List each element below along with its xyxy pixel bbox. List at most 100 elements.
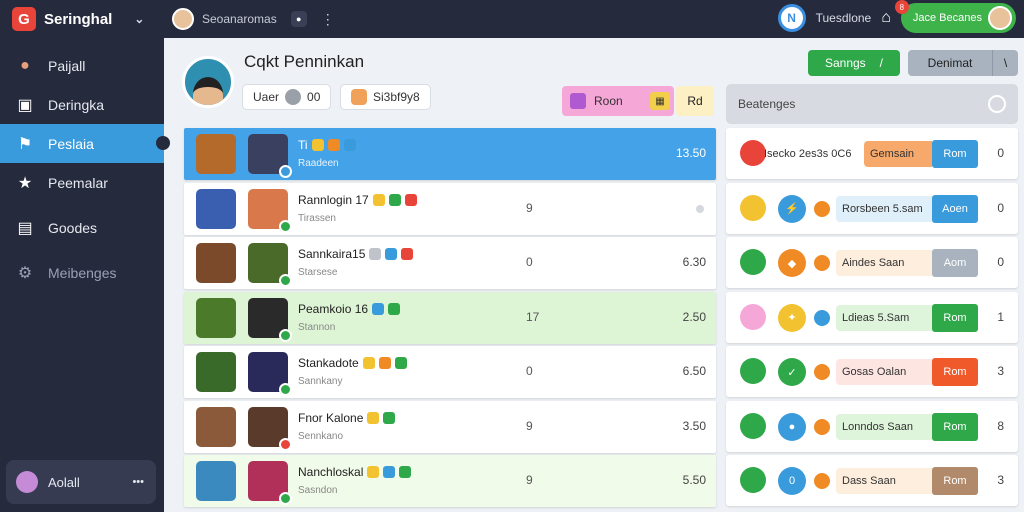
sidebar-item-1[interactable]: ▣ Deringka bbox=[0, 85, 164, 124]
tab-room[interactable]: Roon ▦ bbox=[562, 86, 674, 116]
item-value: 3.50 bbox=[682, 418, 706, 433]
top-title: Tuesdlone bbox=[815, 11, 872, 25]
item-label: Rorsbeen 5.sam bbox=[836, 195, 932, 222]
game-icon bbox=[383, 411, 396, 424]
home-icon[interactable]: ⌂ bbox=[881, 9, 891, 27]
list-item[interactable]: ◆ Aindes Saan Aom 0 bbox=[726, 237, 1018, 288]
search-icon[interactable] bbox=[988, 95, 1006, 113]
action-button[interactable]: Rom bbox=[932, 358, 978, 386]
sidebar-item-5[interactable]: ⚙ Meibenges bbox=[0, 253, 164, 292]
list-item[interactable]: ✓ Gosas Oalan Rom 3 bbox=[726, 346, 1018, 397]
game-icon bbox=[388, 193, 401, 206]
item-subtitle: Starsese bbox=[298, 267, 338, 278]
item-subtitle: Stannon bbox=[298, 321, 336, 333]
game-icon bbox=[385, 248, 398, 260]
game-icon bbox=[367, 411, 380, 424]
action-button[interactable]: Rom bbox=[932, 412, 978, 441]
more-icon[interactable]: ••• bbox=[132, 476, 144, 488]
game-icon bbox=[372, 193, 385, 206]
item-avatar bbox=[248, 243, 292, 287]
item-name-group: Sannkaira15 bbox=[298, 247, 414, 261]
status-badge bbox=[279, 492, 292, 505]
action-button[interactable]: Aoen bbox=[932, 194, 978, 223]
more-icon[interactable]: ⋮ bbox=[321, 11, 335, 28]
grid-icon: ▦ bbox=[650, 92, 670, 110]
chevron-down-icon[interactable]: ⌄ bbox=[134, 12, 144, 26]
item-count: 0 bbox=[997, 255, 1004, 269]
notification-icon[interactable]: N bbox=[777, 4, 806, 32]
badge-count: 8 bbox=[894, 0, 909, 14]
denimat-button[interactable]: Denimat \ bbox=[908, 50, 1018, 76]
table-row[interactable]: Fnor Kalone Sennkano 9 3.50 bbox=[184, 400, 716, 453]
item-subtitle: Sannkany bbox=[298, 376, 343, 387]
item-count: 3 bbox=[997, 364, 1004, 378]
status-badge bbox=[279, 328, 292, 342]
item-count: 0 bbox=[997, 200, 1004, 215]
sidebar-item-label: Meibenges bbox=[48, 264, 117, 281]
top-user-menu[interactable]: Seoanaromas bbox=[172, 8, 277, 30]
game-icon bbox=[362, 357, 375, 369]
category-icon: ✦ bbox=[778, 303, 806, 332]
item-name-group: Fnor Kalone bbox=[298, 411, 396, 425]
profile-pill[interactable]: 8 Jace Becanes bbox=[894, 0, 1016, 33]
table-row[interactable]: Nanchloskal Sasndon 9 5.50 bbox=[184, 455, 716, 507]
right-search-label: Beatenges bbox=[738, 97, 796, 111]
item-count: 0 bbox=[526, 364, 533, 378]
table-row[interactable]: Rannlogin 17 Tirassen 9 bbox=[184, 182, 716, 235]
action-button[interactable]: Rom bbox=[932, 303, 978, 332]
action-button[interactable]: Aom bbox=[932, 249, 978, 277]
sidebar-item-2[interactable]: ⚑ Peslaia bbox=[0, 124, 170, 163]
category-icon: ⚡ bbox=[778, 194, 806, 223]
item-thumbnail bbox=[196, 243, 236, 283]
sidebar-user[interactable]: Aolall ••• bbox=[6, 460, 156, 504]
item-thumbnail bbox=[196, 352, 236, 392]
list-item[interactable]: ⚡ Rorsbeen 5.sam Aoen 0 bbox=[726, 182, 1018, 234]
item-thumbnail bbox=[196, 297, 236, 338]
avatar bbox=[16, 471, 38, 493]
item-label: Ldieas 5.Sam bbox=[836, 304, 932, 331]
table-row[interactable]: Sannkaira15 Starsese 0 6.30 bbox=[184, 237, 716, 289]
tag-icon bbox=[814, 309, 830, 326]
list-item[interactable]: ● Lonndos Saan Rom 8 bbox=[726, 400, 1018, 452]
category-icon: ● bbox=[778, 412, 806, 441]
sidebar-item-label: Goodes bbox=[48, 219, 98, 236]
top-user-label: Seoanaromas bbox=[202, 12, 277, 26]
game-icon bbox=[388, 302, 401, 315]
top-bar: G Seringhal ⌄ Seoanaromas ● ⋮ N Tuesdlon… bbox=[0, 0, 1024, 38]
item-value: 5.50 bbox=[682, 473, 706, 487]
list-item[interactable]: ✦ Ldieas 5.Sam Rom 1 bbox=[726, 291, 1018, 343]
list-item[interactable]: 0 Dass Saan Rom 3 bbox=[726, 455, 1018, 506]
button-label: Sanngs bbox=[824, 56, 866, 70]
table-row[interactable]: Ti Raadeen 13.50 bbox=[184, 128, 716, 180]
right-search[interactable]: Beatenges bbox=[726, 84, 1018, 124]
item-name-group: Nanchloskal bbox=[298, 465, 412, 479]
sidebar: ● Paijall ▣ Deringka ⚑ Peslaia ★ Peemalar ▤ G… bbox=[0, 38, 170, 512]
item-name: Ti bbox=[298, 138, 308, 152]
item-avatar bbox=[248, 134, 292, 178]
user-chip[interactable]: Uaer 00 bbox=[242, 84, 332, 110]
status-badge bbox=[279, 165, 292, 178]
sidebar-item-0[interactable]: ● Paijall bbox=[0, 46, 164, 85]
list-item[interactable]: Isecko 2es3s 0C6 Gemsain Rom 0 bbox=[726, 128, 1018, 179]
action-button[interactable]: Rom bbox=[932, 467, 978, 495]
app-brand[interactable]: G Seringhal ⌄ bbox=[0, 7, 164, 31]
tag-icon bbox=[814, 418, 830, 435]
record-icon[interactable]: ● bbox=[290, 11, 307, 27]
table-row[interactable]: Peamkoio 16 Stannon 17 2.50 bbox=[184, 291, 716, 344]
action-button[interactable]: Rom bbox=[932, 140, 978, 168]
tab-rd[interactable]: Rd bbox=[676, 86, 714, 116]
sidebar-item-3[interactable]: ★ Peemalar bbox=[0, 163, 164, 202]
item-name: Stankadote bbox=[298, 356, 359, 370]
item-thumbnail bbox=[196, 188, 236, 229]
code-chip[interactable]: Si3bf9y8 bbox=[340, 84, 431, 110]
status-icon bbox=[740, 467, 766, 493]
game-icon bbox=[378, 357, 391, 369]
status-icon bbox=[740, 140, 766, 166]
item-count: 17 bbox=[526, 309, 540, 324]
button-suffix: \ bbox=[992, 50, 1018, 76]
item-avatar bbox=[248, 297, 292, 342]
right-list: Isecko 2es3s 0C6 Gemsain Rom 0 ⚡ Rorsbeen 5.s… bbox=[726, 128, 1018, 510]
sanngs-button[interactable]: Sanngs / bbox=[808, 50, 900, 76]
sidebar-item-4[interactable]: ▤ Goodes bbox=[0, 208, 164, 247]
table-row[interactable]: Stankadote Sannkany 0 6.50 bbox=[184, 346, 716, 398]
